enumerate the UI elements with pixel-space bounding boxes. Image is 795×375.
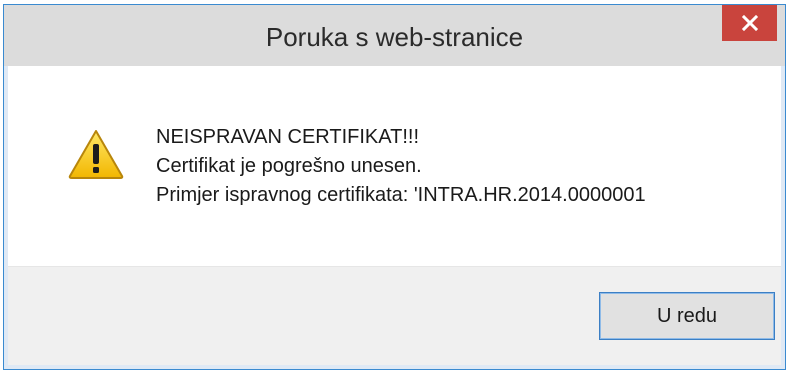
dialog-footer: U redu	[8, 266, 781, 365]
message-dialog: Poruka s web-stranice NEISPRAVAN CERTIFI…	[3, 4, 786, 370]
dialog-title: Poruka s web-stranice	[265, 22, 524, 52]
message-line: Certifikat je pogrešno unesen.	[156, 155, 422, 177]
close-button[interactable]	[722, 5, 777, 41]
dialog-content: NEISPRAVAN CERTIFIKAT!!! Certifikat je p…	[8, 66, 781, 266]
close-icon	[741, 14, 758, 32]
message-line: NEISPRAVAN CERTIFIKAT!!!	[156, 126, 420, 148]
ok-button[interactable]: U redu	[599, 292, 775, 340]
dialog-body: NEISPRAVAN CERTIFIKAT!!! Certifikat je p…	[8, 66, 781, 365]
page: (......) ...... ............ Poruka s we…	[0, 0, 795, 375]
message-line: Primjer ispravnog certifikata: 'INTRA.HR…	[156, 184, 646, 206]
warning-icon	[68, 130, 124, 179]
dialog-titlebar[interactable]: Poruka s web-stranice	[4, 5, 785, 66]
dialog-message: NEISPRAVAN CERTIFIKAT!!! Certifikat je p…	[156, 123, 646, 210]
